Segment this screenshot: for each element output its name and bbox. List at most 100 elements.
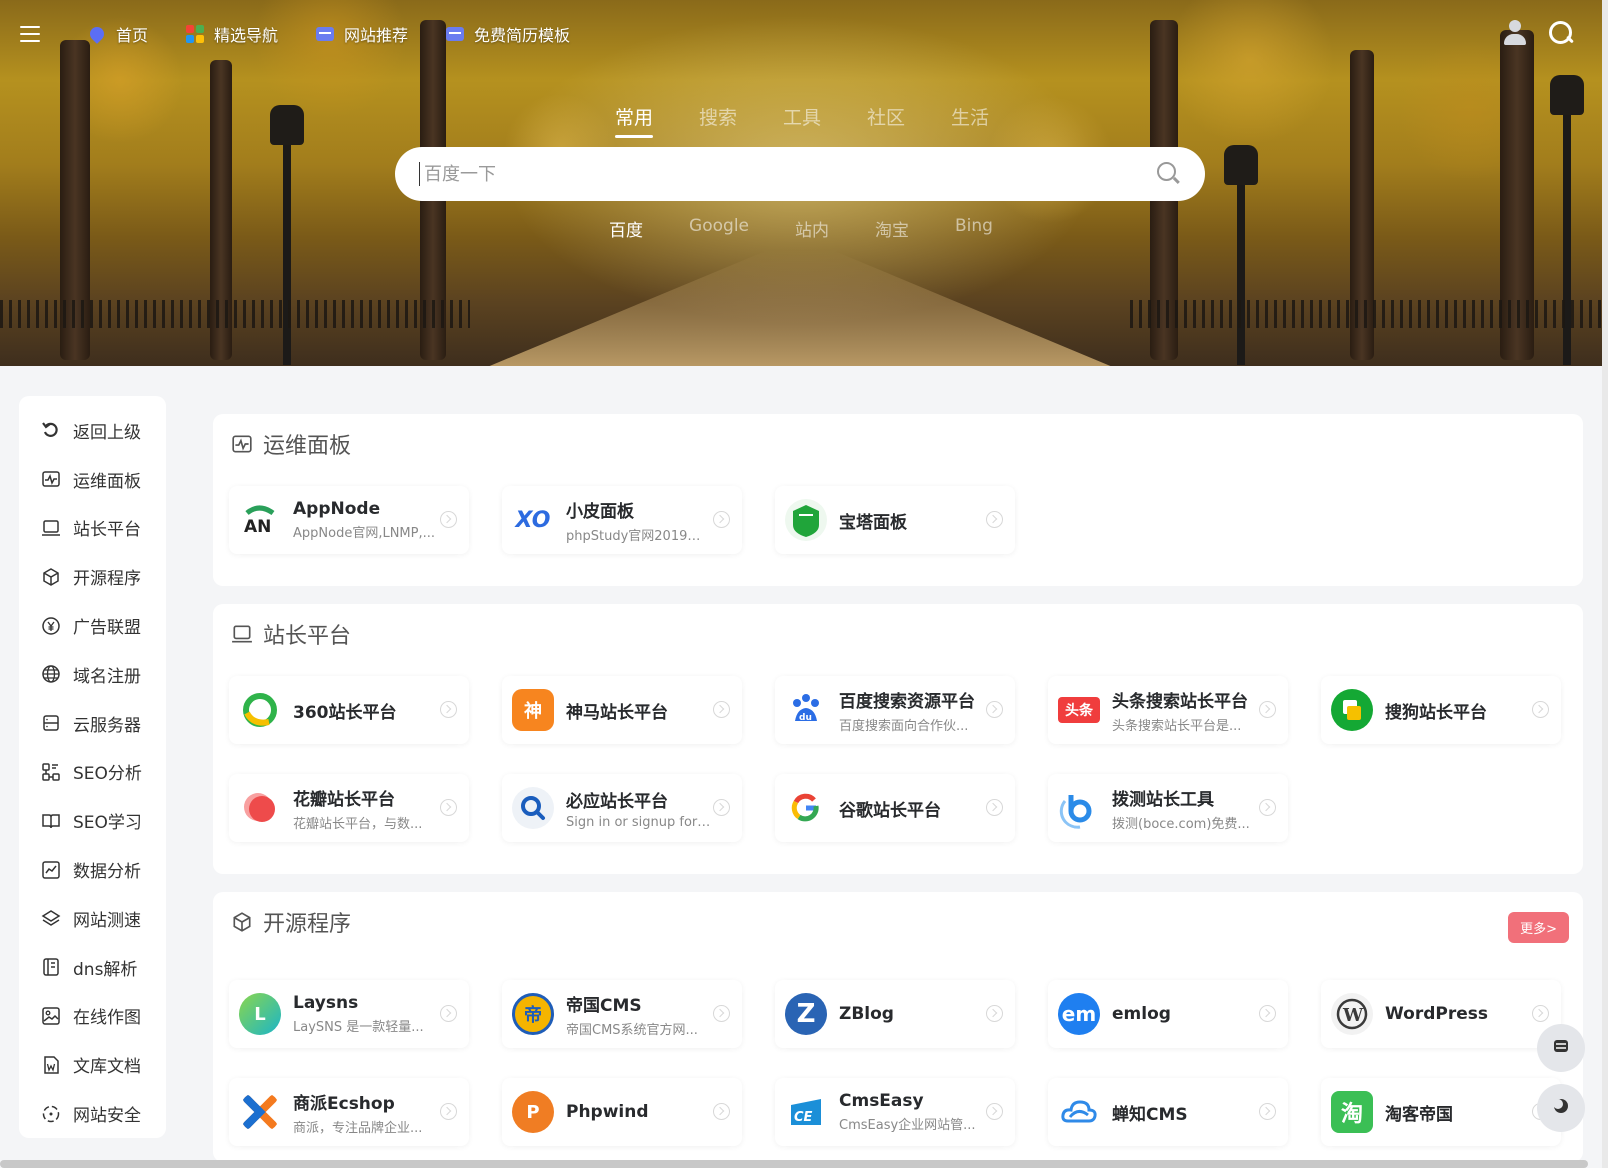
site-tile[interactable]: 头条 头条搜索站长平台 头条搜索站长平台是... [1048,676,1288,744]
site-tile[interactable]: W WordPress [1321,980,1561,1048]
site-tile[interactable]: 必应站长平台 Sign in or signup for ... [502,774,742,842]
more-button[interactable]: 更多> [1508,912,1569,943]
tile-name: 神马站长平台 [566,702,668,723]
site-tile[interactable]: 商派Ecshop 商派，专注品牌企业... [229,1078,469,1146]
sidebar-item-opensource[interactable]: 开源程序 [19,552,166,601]
sidebar-item-webmaster[interactable]: 站长平台 [19,504,166,553]
arrow-right-icon[interactable] [713,511,730,528]
sidebar-item-seo-analysis[interactable]: SEO分析 [19,748,166,797]
site-tile[interactable]: du 百度搜索资源平台 百度搜索面向合作伙... [775,676,1015,744]
site-tile[interactable]: em emlog [1048,980,1288,1048]
display-toggle-button[interactable] [1537,1024,1585,1072]
arrow-right-icon[interactable] [440,1005,457,1022]
street-lamp [283,140,291,365]
sidebar-item-domain[interactable]: 域名注册 [19,650,166,699]
bt-logo [785,499,827,541]
arrow-right-icon[interactable] [713,1005,730,1022]
arrow-right-icon[interactable] [986,511,1003,528]
arrow-right-icon[interactable] [986,701,1003,718]
tile-name: 必应站长平台 [566,791,668,812]
arrow-right-icon[interactable] [986,799,1003,816]
sidebar-item-security[interactable]: 网站安全 [19,1089,166,1138]
chanzhi-logo [1058,1091,1100,1133]
tile-name: Laysns [293,993,359,1013]
street-lamp [1237,180,1245,365]
site-tile[interactable]: 宝塔面板 [775,486,1015,554]
search-input[interactable] [419,162,1157,186]
arrow-right-icon[interactable] [1532,1005,1549,1022]
site-tile[interactable]: 蝉知CMS [1048,1078,1288,1146]
image-icon [41,1006,61,1026]
tile-name: 头条搜索站长平台 [1112,691,1248,712]
site-tile[interactable]: 谷歌站长平台 [775,774,1015,842]
site-tile[interactable]: Z ZBlog [775,980,1015,1048]
tab-tools[interactable]: 工具 [783,103,821,138]
engine-taobao[interactable]: 淘宝 [875,216,909,241]
search-submit-icon[interactable] [1157,162,1181,186]
horizontal-scrollbar[interactable] [0,1160,1588,1168]
nav-recommend[interactable]: 网站推荐 [316,22,408,46]
engine-bing[interactable]: Bing [955,216,993,241]
sidebar-item-ads[interactable]: 广告联盟 [19,601,166,650]
sidebar-item-cloud[interactable]: 云服务器 [19,699,166,748]
tile-name: 搜狗站长平台 [1385,702,1487,723]
site-tile[interactable]: AN AppNode AppNode官网,LNMP,... [229,486,469,554]
sidebar-item-draw[interactable]: 在线作图 [19,992,166,1041]
shenma-logo: 神 [512,689,554,731]
sidebar-item-dns[interactable]: dns解析 [19,943,166,992]
vertical-scrollbar[interactable] [1602,0,1608,1168]
engine-baidu[interactable]: 百度 [609,216,643,241]
sidebar-item-docs[interactable]: 文库文档 [19,1040,166,1089]
arrow-right-icon[interactable] [1259,1103,1276,1120]
site-tile[interactable]: 神 神马站长平台 [502,676,742,744]
tile-name: 蝉知CMS [1112,1104,1188,1125]
arrow-right-icon[interactable] [713,1103,730,1120]
arrow-right-icon[interactable] [440,511,457,528]
nav-resume[interactable]: 免费简历模板 [446,22,570,46]
arrow-right-icon[interactable] [440,799,457,816]
theme-toggle-button[interactable] [1537,1084,1585,1132]
section-webmaster: 站长平台 360站长平台 神 神马站长平台 du 百度搜索资源平台 百度搜索面向合… [213,604,1583,874]
sidebar-item-speed[interactable]: 网站测速 [19,894,166,943]
site-tile[interactable]: 淘 淘客帝国 [1321,1078,1561,1146]
menu-icon[interactable] [20,26,40,42]
site-tile[interactable]: 拨测站长工具 拨测(boce.com)免费... [1048,774,1288,842]
nav-featured[interactable]: 精选导航 [186,22,278,46]
sidebar-item-back[interactable]: 返回上级 [19,406,166,455]
arrow-right-icon[interactable] [1532,701,1549,718]
arrow-right-icon[interactable] [440,1103,457,1120]
site-tile[interactable]: 搜狗站长平台 [1321,676,1561,744]
search-icon[interactable] [1548,20,1574,46]
site-tile[interactable]: 花瓣站长平台 花瓣站长平台，与数... [229,774,469,842]
360-logo [239,689,281,731]
tile-desc: phpStudy官网2019正... [566,528,712,544]
sidebar-item-seo-learn[interactable]: SEO学习 [19,796,166,845]
tab-search[interactable]: 搜索 [699,103,737,138]
arrow-right-icon[interactable] [1259,1005,1276,1022]
site-tile[interactable]: L Laysns LaySNS 是一款轻量... [229,980,469,1048]
site-tile[interactable]: 360站长平台 [229,676,469,744]
arrow-right-icon[interactable] [1259,799,1276,816]
arrow-right-icon[interactable] [986,1005,1003,1022]
engine-google[interactable]: Google [689,216,749,241]
site-tile[interactable]: XO 小皮面板 phpStudy官网2019正... [502,486,742,554]
nav-home[interactable]: 首页 [87,22,148,46]
arrow-right-icon[interactable] [713,701,730,718]
tab-common[interactable]: 常用 [614,103,653,138]
tile-desc: LaySNS 是一款轻量... [293,1020,424,1035]
site-tile[interactable]: P Phpwind [502,1078,742,1146]
engine-site[interactable]: 站内 [795,216,829,241]
user-icon[interactable] [1502,20,1528,46]
tab-community[interactable]: 社区 [867,103,905,138]
site-tile[interactable]: CE CmsEasy CmsEasy企业网站管... [775,1078,1015,1146]
tab-life[interactable]: 生活 [951,103,989,138]
site-tile[interactable]: 帝 帝国CMS 帝国CMS系统官方网... [502,980,742,1048]
arrow-right-icon[interactable] [1259,701,1276,718]
arrow-right-icon[interactable] [713,799,730,816]
arrow-right-icon[interactable] [986,1103,1003,1120]
arrow-right-icon[interactable] [440,701,457,718]
tile-desc: 花瓣站长平台，与数... [293,816,423,832]
yen-icon [41,616,61,636]
sidebar-item-ops[interactable]: 运维面板 [19,455,166,504]
sidebar-item-data[interactable]: 数据分析 [19,845,166,894]
